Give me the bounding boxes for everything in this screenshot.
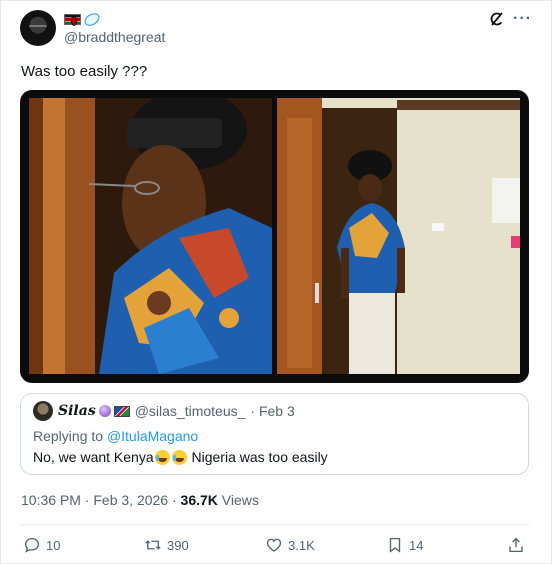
media-image-left[interactable] — [29, 98, 272, 374]
namibia-flag-icon — [113, 405, 130, 417]
reply-button[interactable]: 10 — [23, 536, 60, 554]
repost-count: 390 — [167, 537, 189, 553]
quote-text-before: No, we want Kenya — [33, 449, 154, 465]
replying-to: Replying to @ItulaMagano — [33, 428, 198, 444]
quote-header: Silas @silas_timoteus_ · Feb 3 — [58, 403, 295, 419]
views-count: 36.7K — [180, 492, 218, 508]
tweet-text: Was too easily ??? — [21, 63, 148, 80]
quote-author-avatar[interactable] — [33, 401, 53, 421]
tweet-card: @braddthegreat ··· Was too easily ??? Si… — [0, 0, 552, 564]
quoted-tweet[interactable]: Silas @silas_timoteus_ · Feb 3 Replying … — [20, 393, 529, 475]
media-image-right[interactable] — [277, 98, 520, 374]
crying-laughing-emoji-icon — [171, 449, 187, 465]
replying-to-label: Replying to — [33, 428, 104, 444]
tweet-timestamp[interactable]: 10:36 PM · Feb 3, 2026 · — [21, 492, 181, 508]
media-container[interactable] — [20, 90, 529, 383]
share-button[interactable] — [507, 536, 525, 554]
more-options-icon[interactable]: ··· — [513, 10, 532, 28]
repost-icon — [145, 540, 161, 550]
quote-text-after: Nigeria was too easily — [187, 449, 328, 465]
bookmark-button[interactable]: 14 — [386, 536, 423, 554]
kenya-flag-icon — [64, 13, 81, 26]
quote-author-handle[interactable]: @silas_timoteus_ — [135, 403, 246, 419]
author-handle[interactable]: @braddthegreat — [64, 29, 165, 45]
author-avatar[interactable] — [20, 10, 56, 46]
heart-icon — [266, 538, 282, 552]
grok-icon[interactable] — [489, 11, 505, 27]
rugby-ball-icon — [82, 10, 102, 28]
reply-icon — [24, 537, 40, 553]
divider — [21, 524, 529, 525]
crying-laughing-emoji-icon — [154, 449, 170, 465]
repost-button[interactable]: 390 — [144, 536, 189, 554]
quote-text: No, we want Kenya Nigeria was too easily — [33, 449, 328, 465]
crystal-ball-icon — [98, 405, 111, 417]
like-button[interactable]: 3.1K — [265, 536, 315, 554]
reply-mention-link[interactable]: @ItulaMagano — [107, 428, 198, 444]
bookmark-count: 14 — [409, 537, 424, 553]
author-name-row[interactable] — [64, 10, 102, 28]
reply-count: 10 — [46, 537, 61, 553]
action-bar: 10 390 3.1K 14 — [1, 536, 552, 558]
quote-date[interactable]: · Feb 3 — [250, 403, 294, 419]
share-icon — [509, 537, 523, 553]
views-label: Views — [217, 492, 259, 508]
tweet-meta: 10:36 PM · Feb 3, 2026 · 36.7K Views — [21, 492, 259, 508]
bookmark-icon — [389, 537, 401, 553]
like-count: 3.1K — [288, 537, 315, 553]
quote-author-name[interactable]: Silas — [58, 403, 96, 419]
